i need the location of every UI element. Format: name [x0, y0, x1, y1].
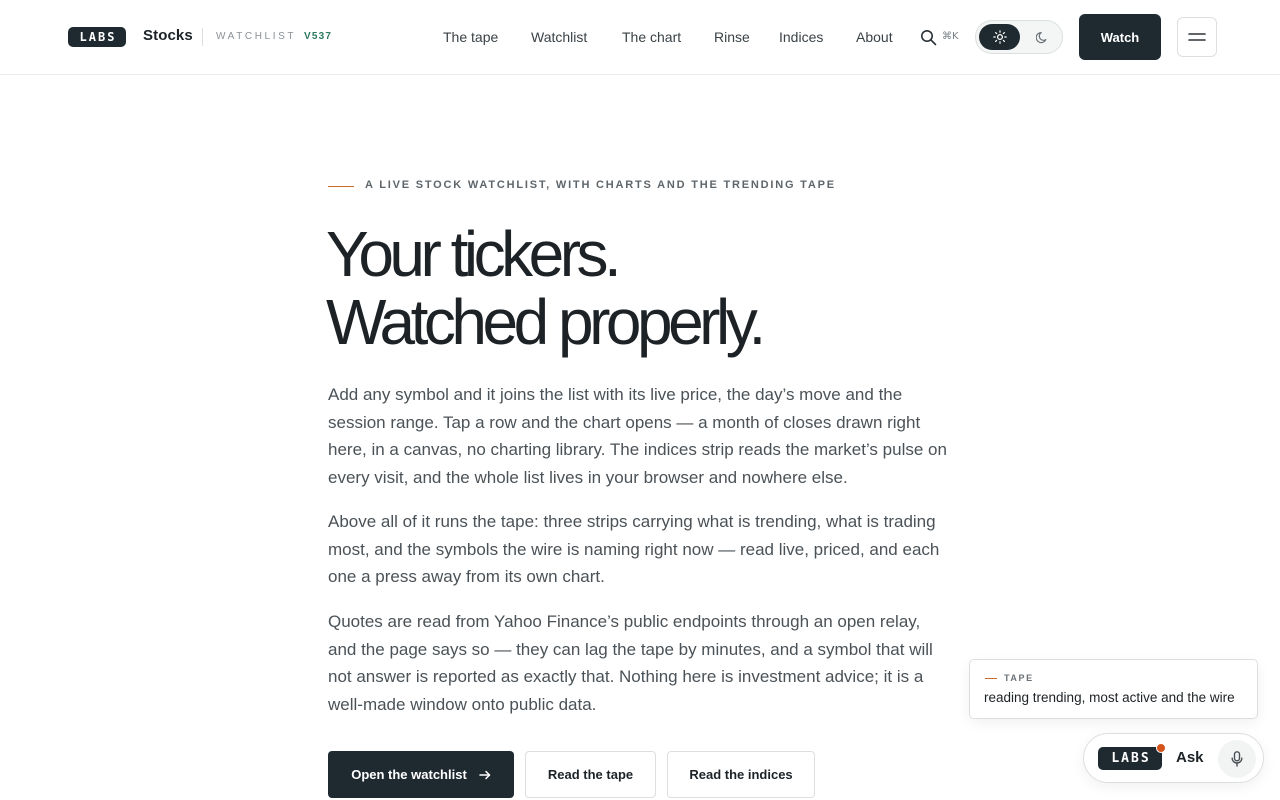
toast-label: TAPE [1004, 673, 1034, 683]
brand-divider [202, 28, 203, 46]
nav-indices[interactable]: Indices [779, 29, 823, 45]
open-watchlist-button[interactable]: Open the watchlist [328, 751, 514, 798]
nav-the-tape[interactable]: The tape [443, 29, 498, 45]
mic-button[interactable] [1218, 740, 1256, 778]
hero-title-line-1: Your tickers. [326, 218, 622, 290]
search-icon[interactable] [920, 29, 937, 46]
search-shortcut: ⌘K [942, 31, 959, 42]
labs-logo[interactable]: LABS [68, 27, 126, 47]
hero-paragraph-2: Above all of it runs the tape: three str… [328, 512, 940, 587]
site-header: LABS Stocks WATCHLIST V537 The tape Watc… [0, 0, 1280, 75]
nav-watchlist[interactable]: Watchlist [531, 29, 587, 45]
brand-name[interactable]: Stocks [143, 27, 193, 44]
tape-status-toast: TAPE reading trending, most active and t… [969, 659, 1258, 719]
ask-logo-text: LABS [1111, 751, 1151, 766]
logo-text: LABS [79, 30, 117, 44]
theme-toggle[interactable] [975, 20, 1063, 54]
hero-title-line-2: Watched properly. [326, 286, 766, 358]
watch-button[interactable]: Watch [1079, 14, 1161, 60]
menu-button[interactable] [1177, 17, 1217, 57]
read-the-indices-button[interactable]: Read the indices [667, 751, 815, 798]
ask-assistant-pill[interactable]: LABS Ask [1083, 733, 1264, 783]
hero-eyebrow: A LIVE STOCK WATCHLIST, WITH CHARTS AND … [365, 179, 836, 191]
theme-dark-option[interactable] [1026, 24, 1058, 50]
open-watchlist-label: Open the watchlist [351, 767, 467, 782]
nav-about[interactable]: About [856, 29, 893, 45]
ask-labs-logo: LABS [1098, 747, 1162, 770]
moon-icon [1035, 31, 1046, 43]
mic-icon [1231, 751, 1243, 767]
theme-light-option[interactable] [979, 24, 1020, 50]
section-label: WATCHLIST [216, 31, 297, 42]
nav-rinse[interactable]: Rinse [714, 29, 750, 45]
hero-paragraph-3: Quotes are read from Yahoo Finance’s pub… [328, 612, 933, 714]
read-the-tape-button[interactable]: Read the tape [525, 751, 656, 798]
version-badge: V537 [304, 31, 333, 42]
hamburger-menu-icon [1188, 33, 1206, 41]
toast-message: reading trending, most active and the wi… [984, 690, 1235, 705]
sun-icon [992, 30, 1007, 44]
read-the-tape-label: Read the tape [547, 767, 634, 782]
read-the-indices-label: Read the indices [689, 767, 793, 782]
ask-label: Ask [1176, 749, 1204, 766]
eyebrow-rule [328, 186, 354, 187]
notification-dot [1156, 743, 1166, 753]
toast-rule [985, 678, 997, 679]
nav-the-chart[interactable]: The chart [622, 29, 681, 45]
arrow-right-icon [479, 770, 491, 779]
hero-paragraph-1: Add any symbol and it joins the list wit… [328, 385, 947, 487]
